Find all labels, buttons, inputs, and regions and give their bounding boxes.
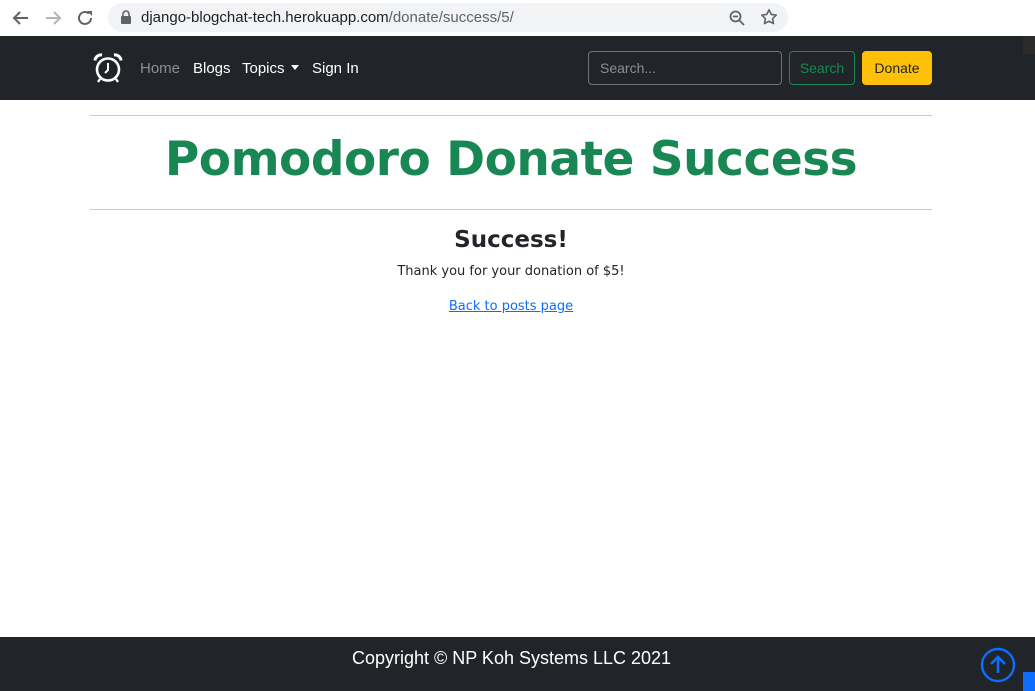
search-input[interactable] [588,51,782,85]
back-button[interactable] [9,6,33,30]
donate-button[interactable]: Donate [862,51,932,85]
address-bar[interactable]: django-blogchat-tech.herokuapp.com/donat… [108,3,788,32]
copyright-text: Copyright © NP Koh Systems LLC 2021 [351,648,672,668]
caret-down-icon [290,65,299,70]
window-edge [1023,672,1035,691]
nav-blogs-link[interactable]: Blogs [193,60,231,77]
reload-icon [78,10,92,25]
search-button[interactable]: Search [789,51,855,85]
divider [90,209,932,210]
url-path: /donate/success/5/ [388,9,514,26]
page-title: Pomodoro Donate Success [164,132,858,187]
site-footer: Copyright © NP Koh Systems LLC 2021 [0,637,1035,691]
lock-icon [121,10,131,24]
browser-toolbar: django-blogchat-tech.herokuapp.com/donat… [0,0,1035,36]
arrow-left-icon [12,11,28,25]
divider [90,115,932,116]
donation-message: Thank you for your donation of $5! [397,264,625,279]
nav-topics-label: Topics [242,60,285,77]
reload-button[interactable] [73,6,97,30]
star-icon[interactable] [760,8,778,26]
back-link-wrapper: Back to posts page [90,299,932,314]
forward-button[interactable] [41,6,65,30]
site-navbar: Home Blogs Topics Sign In Search Donate [0,36,1035,100]
url-text: django-blogchat-tech.herokuapp.com/donat… [141,9,514,26]
zoom-out-icon[interactable] [728,9,746,27]
url-host: django-blogchat-tech.herokuapp.com [141,9,389,26]
nav-topics-dropdown[interactable]: Topics [242,60,299,77]
nav-home-link[interactable]: Home [140,60,180,77]
success-heading: Success! [454,227,568,253]
arrow-up-circle-icon[interactable] [980,647,1016,683]
window-edge [1023,36,1035,54]
nav-signin-link[interactable]: Sign In [312,60,359,77]
arrow-right-icon [46,11,62,25]
back-to-posts-link[interactable]: Back to posts page [449,299,573,314]
alarm-clock-icon[interactable] [92,52,124,84]
